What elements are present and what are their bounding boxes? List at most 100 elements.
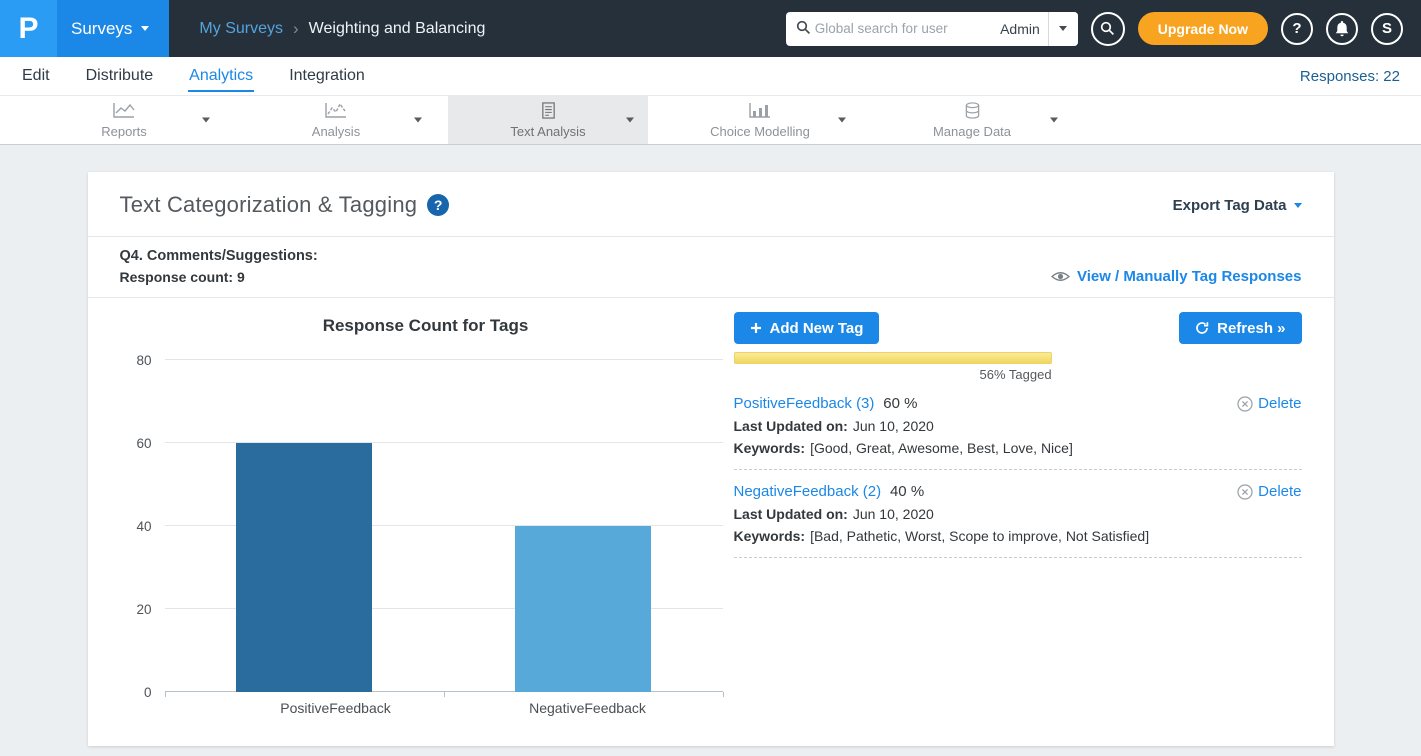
- refresh-label: Refresh »: [1217, 320, 1285, 337]
- tag-updated: Last Updated on:Jun 10, 2020: [734, 506, 1302, 522]
- delete-tag-label: Delete: [1258, 395, 1301, 412]
- search-scope[interactable]: Admin: [992, 21, 1048, 37]
- bar-PositiveFeedback[interactable]: [236, 443, 372, 692]
- database-icon: [964, 102, 981, 122]
- chart-x-axis: PositiveFeedbackNegativeFeedback: [210, 692, 714, 716]
- survey-tabs: Edit Distribute Analytics Integration Re…: [0, 57, 1421, 96]
- chevron-down-icon[interactable]: [414, 118, 422, 123]
- plus-icon: [750, 322, 762, 334]
- toolbar-item-text-analysis[interactable]: Text Analysis: [448, 96, 648, 144]
- refresh-icon: [1195, 321, 1209, 335]
- global-search: Admin: [786, 12, 1078, 46]
- tab-edit[interactable]: Edit: [21, 60, 51, 92]
- delete-tag-label: Delete: [1258, 483, 1301, 500]
- tab-integration[interactable]: Integration: [288, 60, 366, 92]
- toolbar-item-manage-data[interactable]: Manage Data: [872, 96, 1072, 144]
- toolbar-item-choice-modelling[interactable]: Choice Modelling: [660, 96, 860, 144]
- view-manually-tag-link[interactable]: View / Manually Tag Responses: [1051, 268, 1302, 285]
- breadcrumb-current: Weighting and Balancing: [309, 20, 486, 38]
- text-tagging-card: Text Categorization & Tagging ? Export T…: [88, 172, 1334, 746]
- tag-keywords: Keywords:[Bad, Pathetic, Worst, Scope to…: [734, 528, 1302, 544]
- chart-title: Response Count for Tags: [120, 316, 732, 336]
- help-button[interactable]: ?: [1281, 13, 1313, 45]
- toolbar-item-reports[interactable]: Reports: [24, 96, 224, 144]
- tag-name-link[interactable]: NegativeFeedback (2): [734, 483, 882, 500]
- page-title: Text Categorization & Tagging: [120, 192, 418, 218]
- chart-y-axis: 020406080: [120, 360, 156, 692]
- x-label: NegativeFeedback: [462, 700, 714, 716]
- tag-progress-bar: [734, 352, 1302, 364]
- response-count: Response count: 9: [120, 269, 318, 285]
- progress-label: 56% Tagged: [734, 367, 1052, 382]
- top-bar: P Surveys My Surveys › Weighting and Bal…: [0, 0, 1421, 57]
- header-actions: Admin Upgrade Now ? S: [786, 0, 1421, 57]
- document-icon: [540, 102, 557, 122]
- bar-NegativeFeedback[interactable]: [515, 526, 651, 692]
- chevron-down-icon[interactable]: [202, 118, 210, 123]
- responses-count: Responses: 22: [1300, 68, 1400, 85]
- logo-letter: P: [18, 12, 38, 46]
- chevron-down-icon: [141, 26, 149, 31]
- tag-name-link[interactable]: PositiveFeedback (3): [734, 395, 875, 412]
- chevron-down-icon[interactable]: [626, 118, 634, 123]
- upgrade-button[interactable]: Upgrade Now: [1138, 12, 1268, 45]
- global-search-input[interactable]: [811, 21, 992, 36]
- toolbar-item-label: Text Analysis: [510, 124, 585, 139]
- surveys-menu-label: Surveys: [71, 19, 132, 39]
- notifications-button[interactable]: [1326, 13, 1358, 45]
- add-new-tag-button[interactable]: Add New Tag: [734, 312, 880, 344]
- chevron-down-icon[interactable]: [1050, 118, 1058, 123]
- question-label: Q4. Comments/Suggestions:: [120, 248, 318, 264]
- search-icon: [796, 20, 811, 38]
- help-icon[interactable]: ?: [427, 194, 449, 216]
- breadcrumb: My Surveys › Weighting and Balancing: [199, 0, 485, 57]
- content-area: Text Categorization & Tagging ? Export T…: [0, 145, 1421, 756]
- tag-item-positive: PositiveFeedback (3) 60 % Delete Last Up…: [734, 395, 1302, 470]
- tag-item-negative: NegativeFeedback (2) 40 % Delete Last Up…: [734, 483, 1302, 558]
- breadcrumb-my-surveys[interactable]: My Surveys: [199, 20, 283, 38]
- surveys-menu[interactable]: Surveys: [57, 0, 169, 57]
- export-tag-data-label: Export Tag Data: [1173, 197, 1287, 214]
- toolbar-item-label: Analysis: [312, 124, 360, 139]
- eye-icon: [1051, 270, 1070, 283]
- search-icon: [1100, 21, 1115, 36]
- card-header: Text Categorization & Tagging ? Export T…: [88, 172, 1334, 237]
- delete-tag-button[interactable]: Delete: [1237, 483, 1301, 500]
- search-button[interactable]: [1091, 12, 1125, 46]
- refresh-button[interactable]: Refresh »: [1179, 312, 1301, 344]
- tags-panel-actions: Add New Tag Refresh »: [734, 312, 1302, 344]
- tag-percent: 60 %: [883, 395, 917, 412]
- add-new-tag-label: Add New Tag: [770, 320, 864, 337]
- line-chart-icon: [112, 102, 136, 122]
- question-icon: ?: [1292, 20, 1301, 37]
- breadcrumb-separator: ›: [293, 19, 299, 39]
- view-manually-tag-label: View / Manually Tag Responses: [1077, 268, 1302, 285]
- tag-updated: Last Updated on:Jun 10, 2020: [734, 418, 1302, 434]
- progress-fill: [734, 352, 1052, 364]
- tag-keywords: Keywords:[Good, Great, Awesome, Best, Lo…: [734, 440, 1302, 456]
- toolbar-item-label: Reports: [101, 124, 147, 139]
- card-body: Response Count for Tags 020406080 Positi…: [88, 298, 1334, 716]
- toolbar-item-label: Manage Data: [933, 124, 1011, 139]
- avatar[interactable]: S: [1371, 13, 1403, 45]
- tab-analytics[interactable]: Analytics: [188, 60, 254, 92]
- delete-tag-button[interactable]: Delete: [1237, 395, 1301, 412]
- circle-x-icon: [1237, 396, 1253, 412]
- tag-response-chart: Response Count for Tags 020406080 Positi…: [120, 298, 732, 716]
- bar-line-chart-icon: [748, 102, 772, 122]
- toolbar-item-label: Choice Modelling: [710, 124, 810, 139]
- question-icon: ?: [434, 197, 443, 213]
- chevron-down-icon: [1059, 26, 1067, 31]
- chevron-down-icon[interactable]: [838, 118, 846, 123]
- app-logo[interactable]: P: [0, 0, 57, 57]
- chevron-down-icon: [1294, 203, 1302, 208]
- question-info: Q4. Comments/Suggestions: Response count…: [120, 248, 318, 285]
- chart-area: 020406080 PositiveFeedbackNegativeFeedba…: [120, 360, 732, 716]
- search-scope-dropdown[interactable]: [1048, 12, 1078, 46]
- avatar-letter: S: [1382, 20, 1392, 37]
- toolbar-item-analysis[interactable]: Analysis: [236, 96, 436, 144]
- circle-x-icon: [1237, 484, 1253, 500]
- x-label: PositiveFeedback: [210, 700, 462, 716]
- export-tag-data-button[interactable]: Export Tag Data: [1173, 197, 1302, 214]
- tab-distribute[interactable]: Distribute: [85, 60, 155, 92]
